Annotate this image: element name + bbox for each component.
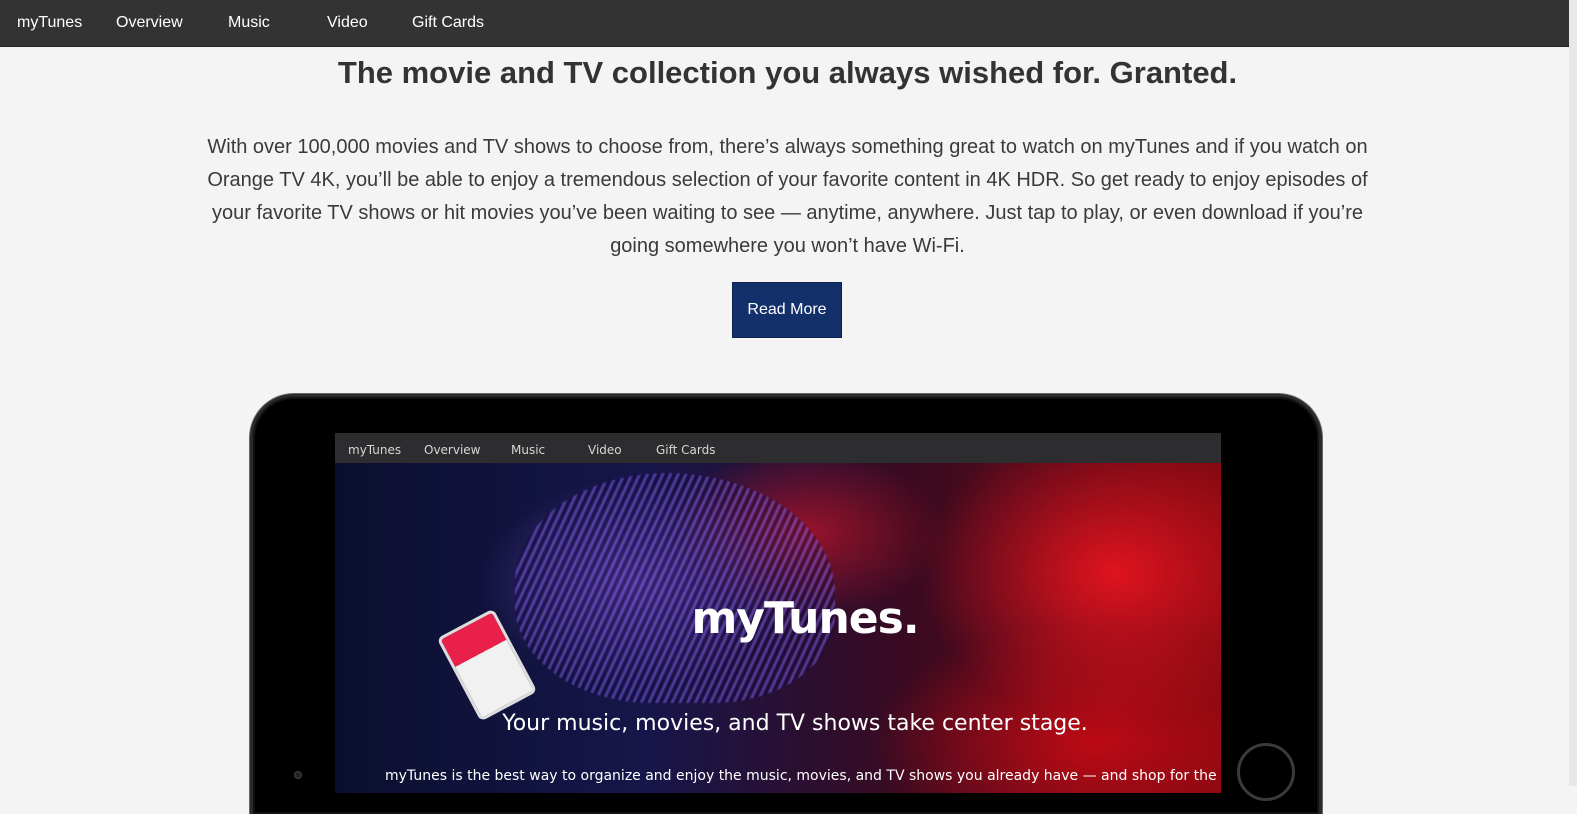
screen-nav-overview: Overview xyxy=(424,443,481,457)
intro-paragraph: With over 100,000 movies and TV shows to… xyxy=(207,136,1368,257)
nav-item-overview[interactable]: Overview xyxy=(116,14,183,32)
tablet-hero-image: myTunes. Your music, movies, and TV show… xyxy=(335,463,1221,793)
hero-subtitle: Your music, movies, and TV shows take ce… xyxy=(502,711,1088,736)
nav-item-video[interactable]: Video xyxy=(327,14,368,32)
hero-body-text: myTunes is the best way to organize and … xyxy=(385,768,1221,784)
nav-item-gift-cards[interactable]: Gift Cards xyxy=(412,14,484,32)
hero-title: myTunes. xyxy=(691,593,919,644)
screen-nav-music: Music xyxy=(511,443,546,457)
screen-nav-gift-cards: Gift Cards xyxy=(656,443,716,457)
tablet-screen: myTunes Overview Music Video Gift Cards … xyxy=(335,433,1221,793)
scrollbar[interactable] xyxy=(1569,0,1577,786)
page-headline: The movie and TV collection you always w… xyxy=(337,55,1238,90)
tablet-camera xyxy=(294,771,302,779)
screen-nav-video: Video xyxy=(588,443,622,457)
read-more-button[interactable]: Read More xyxy=(732,282,842,338)
nav-item-music[interactable]: Music xyxy=(228,14,270,32)
tablet-home-button xyxy=(1237,743,1295,801)
tablet-screen-nav: myTunes Overview Music Video Gift Cards xyxy=(335,433,1221,463)
hero-photo-braids xyxy=(515,473,835,703)
screen-nav-mytunes: myTunes xyxy=(348,443,402,457)
tablet-device-image: myTunes Overview Music Video Gift Cards … xyxy=(250,394,1322,814)
top-nav: myTunes Overview Music Video Gift Cards xyxy=(0,0,1569,47)
nav-item-mytunes[interactable]: myTunes xyxy=(17,14,82,32)
